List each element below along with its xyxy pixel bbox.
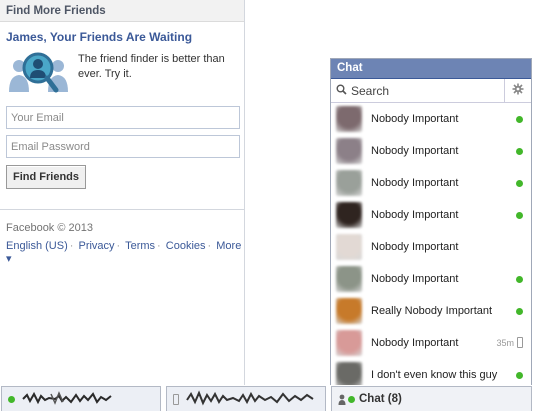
chat-friend-row[interactable]: Nobody Important bbox=[331, 103, 531, 135]
chat-friend-row[interactable]: Nobody Important bbox=[331, 231, 531, 263]
left-divider bbox=[0, 209, 244, 210]
page-footer: Facebook © 2013 English (US) · Privacy · T… bbox=[6, 222, 244, 265]
online-status-icon bbox=[516, 180, 523, 187]
chat-sidebar: Chat Search Nobody Important Nobody Impo… bbox=[330, 58, 532, 385]
find-friends-promo: The friend finder is better than ever. T… bbox=[6, 50, 238, 96]
redacted-name-scribble bbox=[185, 389, 315, 409]
footer-link-terms[interactable]: Terms bbox=[125, 240, 155, 252]
footer-links: English (US) · Privacy · Terms · Cookies · M… bbox=[6, 240, 244, 265]
chat-friend-row[interactable]: Really Nobody Important bbox=[331, 295, 531, 327]
separator: · bbox=[157, 240, 161, 252]
find-friends-header: Find More Friends bbox=[0, 0, 244, 22]
bottom-chat-bar: Chat (8) bbox=[0, 385, 542, 411]
online-status-icon bbox=[516, 308, 523, 315]
chat-friend-row[interactable]: Nobody Important bbox=[331, 167, 531, 199]
left-column: Find More Friends James, Your Friends Ar… bbox=[0, 0, 245, 385]
online-status-icon bbox=[516, 372, 523, 379]
friend-finder-icon bbox=[6, 50, 72, 96]
chat-friend-row[interactable]: Nobody Important bbox=[331, 199, 531, 231]
gear-icon bbox=[512, 83, 524, 98]
separator: · bbox=[116, 240, 121, 252]
chat-title[interactable]: Chat bbox=[331, 59, 531, 79]
find-friends-body: James, Your Friends Are Waiting The frie… bbox=[0, 22, 244, 189]
avatar bbox=[336, 330, 362, 356]
avatar bbox=[336, 170, 362, 196]
password-field-wrap bbox=[6, 135, 240, 158]
footer-link-privacy[interactable]: Privacy bbox=[78, 240, 114, 252]
mobile-icon bbox=[173, 393, 179, 405]
mobile-icon bbox=[517, 337, 523, 348]
online-status-icon bbox=[516, 148, 523, 155]
chat-friend-list: Nobody Important Nobody Important Nobody I… bbox=[331, 103, 531, 385]
find-friends-description: The friend finder is better than ever. T… bbox=[78, 53, 225, 80]
chat-friend-name: I don't even know this guy bbox=[371, 369, 498, 381]
online-status-icon bbox=[348, 395, 355, 403]
chat-friend-name: Nobody Important bbox=[371, 241, 459, 253]
chat-friend-name: Nobody Important bbox=[371, 273, 459, 285]
chat-friend-name: Nobody Important bbox=[371, 177, 459, 189]
avatar bbox=[336, 234, 362, 260]
avatar bbox=[336, 202, 362, 228]
redacted-name-scribble bbox=[21, 390, 113, 409]
email-field[interactable] bbox=[6, 106, 240, 129]
person-icon bbox=[338, 394, 346, 405]
chat-friend-name: Nobody Important bbox=[371, 145, 459, 157]
chat-tab-label: Chat (8) bbox=[359, 393, 402, 405]
online-status-icon bbox=[516, 276, 523, 283]
chat-tab-conversation-2[interactable] bbox=[166, 386, 326, 411]
email-password-field[interactable] bbox=[6, 135, 240, 158]
avatar bbox=[336, 298, 362, 324]
online-status-icon bbox=[516, 116, 523, 123]
facebook-page: Find More Friends James, Your Friends Ar… bbox=[0, 0, 542, 411]
find-friends-heading[interactable]: James, Your Friends Are Waiting bbox=[6, 30, 238, 44]
chat-friend-name: Really Nobody Important bbox=[371, 305, 493, 317]
online-status-icon bbox=[516, 212, 523, 219]
chat-options-button[interactable] bbox=[505, 79, 531, 102]
chat-friend-row[interactable]: Nobody Important bbox=[331, 263, 531, 295]
search-icon bbox=[336, 84, 347, 98]
idle-time: 35m bbox=[496, 337, 514, 348]
chat-friend-row[interactable]: Nobody Important bbox=[331, 135, 531, 167]
chat-search-input[interactable] bbox=[351, 83, 491, 98]
chat-friend-row[interactable]: I don't even know this guy bbox=[331, 359, 531, 385]
chat-friend-name: Nobody Important bbox=[371, 209, 459, 221]
chat-tab-conversation-1[interactable] bbox=[1, 386, 161, 411]
online-status-icon bbox=[8, 395, 15, 403]
chat-toggle-tab[interactable]: Chat (8) bbox=[331, 386, 532, 411]
find-friends-button[interactable]: Find Friends bbox=[6, 165, 86, 189]
avatar bbox=[336, 106, 362, 132]
chat-search-box[interactable] bbox=[331, 79, 505, 102]
chat-friend-name: Nobody Important bbox=[371, 337, 459, 349]
idle-indicator: 35m bbox=[496, 337, 523, 348]
copyright: Facebook © 2013 bbox=[6, 222, 93, 234]
separator: · bbox=[69, 240, 74, 252]
chat-friend-row[interactable]: Nobody Important 35m bbox=[331, 327, 531, 359]
email-field-wrap bbox=[6, 106, 240, 129]
avatar bbox=[336, 266, 362, 292]
chat-friend-name: Nobody Important bbox=[371, 113, 459, 125]
separator: · bbox=[207, 240, 212, 252]
avatar bbox=[336, 138, 362, 164]
footer-link-cookies[interactable]: Cookies bbox=[166, 240, 206, 252]
chat-search-bar bbox=[331, 79, 531, 103]
footer-link-language[interactable]: English (US) bbox=[6, 240, 68, 252]
avatar bbox=[336, 362, 362, 385]
